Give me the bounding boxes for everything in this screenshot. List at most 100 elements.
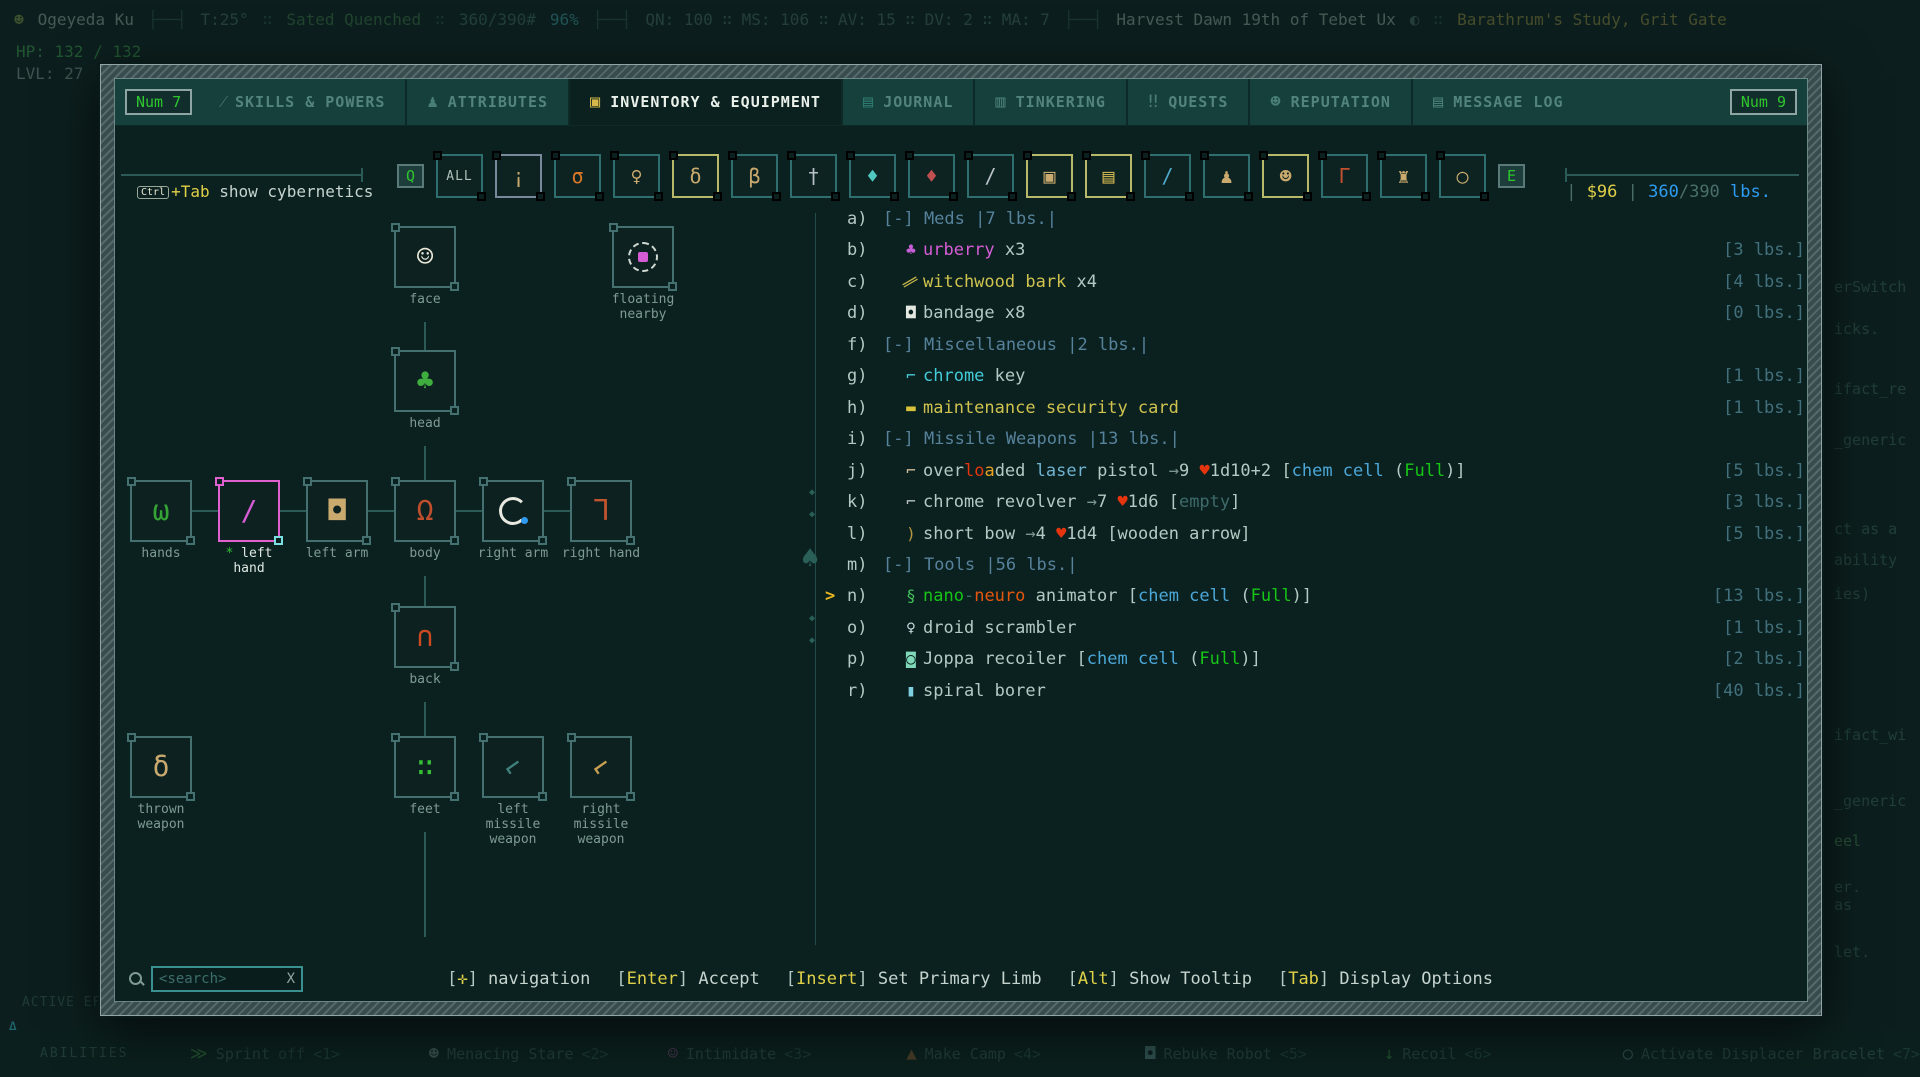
category-row[interactable]: f) [-] Miscellaneous |2 lbs.| — [847, 335, 1805, 365]
search-input[interactable]: <search> X — [151, 966, 303, 992]
filter-all[interactable]: ALL — [433, 151, 486, 201]
slot-hands[interactable]: ω — [127, 477, 195, 545]
search-clear-button[interactable]: X — [287, 971, 295, 987]
filter-water-containers[interactable]: ¡ — [492, 151, 545, 201]
tab-journal[interactable]: ▤ JOURNAL — [840, 79, 973, 125]
item-row[interactable]: r) ▮ spiral borer [40 lbs.] — [847, 681, 1805, 711]
row-letter: a) — [847, 209, 868, 229]
food-icon: σ — [571, 164, 584, 188]
weight-current: 360 — [1648, 182, 1679, 202]
melee-weapons-icon: / — [984, 164, 997, 188]
category-row[interactable]: i) [-] Missile Weapons |13 lbs.| — [847, 429, 1805, 459]
item-weight: [5 lbs.] — [1723, 460, 1805, 481]
item-weight: [2 lbs.] — [1723, 649, 1805, 670]
slot-head[interactable]: ♣ — [391, 347, 459, 415]
slot-feet[interactable]: ∷ — [391, 733, 459, 801]
slot-thrown-weapon[interactable]: δ — [127, 733, 195, 801]
item-row[interactable]: b) ♣ urberry x3 [3 lbs.] — [847, 240, 1805, 270]
attributes-icon: ♟ — [427, 92, 439, 112]
gloves-icon: ω — [152, 494, 170, 527]
filter-jewelry[interactable]: ♀ — [610, 151, 663, 201]
grenade-icon: δ — [152, 750, 170, 783]
tab-reputation[interactable]: ☻ REPUTATION — [1248, 79, 1411, 125]
bark-icon: ∥ — [900, 273, 922, 290]
item-row[interactable]: > n) § nano-neuro animator [chem cell (Full… — [825, 586, 1805, 616]
slot-label-feet: feet — [409, 802, 441, 817]
crest-icon: ♠ — [801, 541, 820, 576]
filter-armor[interactable]: ♟ — [1200, 151, 1253, 201]
row-letter: g) — [847, 366, 868, 387]
row-letter: j) — [847, 460, 868, 481]
slot-label-left-missile-weapon: left missile weapon — [485, 802, 541, 847]
tab-tinkering[interactable]: ▥ TINKERING — [973, 79, 1126, 125]
filter-tonics[interactable]: δ — [669, 151, 722, 201]
slot-label-right-missile-weapon: right missile weapon — [573, 802, 629, 847]
row-letter: d) — [847, 303, 868, 324]
slot-back[interactable]: ∩ — [391, 603, 459, 671]
tab-inventory-equipment[interactable]: ▣ INVENTORY & EQUIPMENT — [568, 79, 841, 125]
slot-right-hand[interactable]: Γ — [567, 477, 635, 545]
filter-trinkets[interactable]: ♦ — [905, 151, 958, 201]
category-row[interactable]: m) [-] Tools |56 lbs.| — [847, 555, 1805, 585]
item-row[interactable]: k) ⌐ chrome revolver →7 ♥1d6 [empty] [3 lbs… — [847, 492, 1805, 522]
slot-label-floating-nearby: floating nearby — [611, 292, 675, 322]
jewelry-icon: ♀ — [630, 164, 643, 188]
figurines-icon: ☻ — [1279, 164, 1292, 188]
filter-food[interactable]: σ — [551, 151, 604, 201]
key-icon: ⌐ — [906, 366, 916, 386]
filter-wands[interactable]: / — [1141, 151, 1194, 201]
slot-right-arm[interactable] — [479, 477, 547, 545]
item-row[interactable]: l)) short bow →4 ♥1d4 [wooden arrow] [5 lb… — [847, 524, 1805, 554]
armlet-icon: ◘ — [328, 494, 346, 527]
slot-left-arm[interactable]: ◘ — [303, 477, 371, 545]
filter-figurines[interactable]: ☻ — [1259, 151, 1312, 201]
slot-body[interactable]: Ω — [391, 477, 459, 545]
num7-badge[interactable]: Num 7 — [125, 89, 193, 115]
filter-short-blades[interactable]: † — [787, 151, 840, 201]
hint-show-tooltip: [Alt] Show Tooltip — [1067, 969, 1252, 989]
filter-supplies[interactable]: β — [728, 151, 781, 201]
leaf-cap-icon: ♣ — [416, 364, 434, 397]
item-row[interactable]: o) ♀ droid scrambler [1 lbs.] — [847, 618, 1805, 648]
cycle-right-key[interactable]: E — [1498, 164, 1526, 188]
keybind-hints: [✛] navigation [Enter] Accept [Insert] Set… — [303, 969, 1637, 989]
item-weight: [1 lbs.] — [1723, 366, 1805, 387]
slot-left-hand[interactable]: / — [215, 477, 283, 545]
filter-rings[interactable]: ○ — [1436, 151, 1489, 201]
filter-gems[interactable]: ♦ — [846, 151, 899, 201]
weight-max: /390 — [1678, 182, 1720, 202]
row-letter: c) — [847, 271, 868, 292]
item-row[interactable]: j) ⌐ overloaded laser pistol →9 ♥1d10+2 [c… — [847, 461, 1805, 491]
item-row[interactable]: d) ◘ bandage x8 [0 lbs.] — [847, 303, 1805, 333]
security-card-icon: ▬ — [906, 397, 916, 417]
slot-right-missile-weapon[interactable]: ⌐ — [567, 733, 635, 801]
filter-axes[interactable]: Γ — [1318, 151, 1371, 201]
axes-icon: Γ — [1338, 164, 1351, 188]
recoiler-icon: ◙ — [906, 649, 916, 669]
slot-floating-nearby[interactable] — [609, 223, 677, 291]
slot-label-left-arm: left arm — [305, 546, 369, 561]
filter-melee-weapons[interactable]: / — [964, 151, 1017, 201]
tab-attributes[interactable]: ♟ ATTRIBUTES — [405, 79, 568, 125]
slot-face[interactable]: ☺ — [391, 223, 459, 291]
slot-left-missile-weapon[interactable]: ⌐ — [479, 733, 547, 801]
body-armor-icon: Ω — [416, 494, 434, 527]
item-row[interactable]: c) ∥ witchwood bark x4 [4 lbs.] — [847, 272, 1805, 302]
tab-skills-powers[interactable]: ⁄ SKILLS & POWERS — [202, 79, 405, 125]
item-row[interactable]: g) ⌐ chrome key [1 lbs.] — [847, 366, 1805, 396]
item-weight: [0 lbs.] — [1723, 303, 1805, 324]
tab-message-log[interactable]: ▤ MESSAGE LOG — [1410, 79, 1584, 125]
category-row[interactable]: a) [-] Meds |7 lbs.| — [847, 209, 1805, 239]
filter-furniture[interactable]: ▣ — [1023, 151, 1076, 201]
item-weight: [13 lbs.] — [1712, 586, 1805, 607]
tab-quests[interactable]: ‼ QUESTS — [1125, 79, 1248, 125]
item-row[interactable]: p) ◙ Joppa recoiler [chem cell (Full)] [2 l… — [847, 649, 1805, 679]
filter-sculptures[interactable]: ♜ — [1377, 151, 1430, 201]
journal-icon: ▤ — [862, 92, 875, 112]
skills-icon: ⁄ — [222, 92, 226, 112]
filter-books[interactable]: ▤ — [1082, 151, 1135, 201]
num9-badge[interactable]: Num 9 — [1729, 89, 1797, 115]
short-blades-icon: † — [807, 164, 820, 188]
item-row[interactable]: h) ▬ maintenance security card [1 lbs.] — [847, 398, 1805, 428]
cycle-left-key[interactable]: Q — [396, 164, 424, 188]
